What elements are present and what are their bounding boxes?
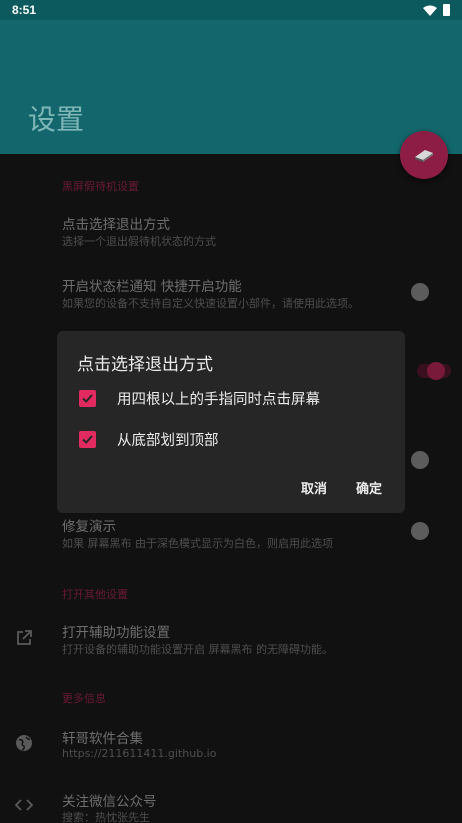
setting-notify-title: 开启状态栏通知 快捷开启功能 [62, 279, 242, 295]
notify-switch[interactable] [411, 283, 429, 301]
fix-switch[interactable] [411, 522, 429, 540]
setting-fix-subtitle: 如果 屏幕黑布 由于深色模式显示为白色，则启用此选项 [62, 537, 333, 550]
option-label: 从底部划到顶部 [117, 432, 219, 449]
checkbox-checked[interactable] [79, 430, 96, 448]
option-four-finger[interactable]: 用四根以上的手指同时点击屏幕 [79, 386, 320, 410]
setting-apps-title: 轩哥软件合集 [62, 731, 143, 747]
wifi-icon [423, 5, 437, 16]
hidden-switch-off[interactable] [411, 451, 429, 469]
app-bar: 设置 [0, 20, 462, 154]
check-icon [82, 393, 93, 403]
screen-black-fab[interactable] [400, 131, 448, 179]
option-label: 用四根以上的手指同时点击屏幕 [117, 391, 320, 408]
setting-exit-subtitle: 选择一个退出假待机状态的方式 [62, 235, 216, 248]
setting-access-subtitle: 打开设备的辅助功能设置开启 屏幕黑布 的无障碍功能。 [62, 643, 333, 656]
code-icon [15, 799, 33, 811]
section-header-more: 更多信息 [62, 692, 106, 705]
status-icons [423, 4, 450, 16]
section-header-other: 打开其他设置 [62, 588, 128, 601]
checkbox-checked[interactable] [79, 389, 96, 407]
battery-icon [443, 4, 450, 16]
exit-method-dialog: 点击选择退出方式 用四根以上的手指同时点击屏幕 从底部划到顶部 取消 确定 [57, 331, 405, 513]
globe-icon [16, 735, 32, 751]
status-time: 8:51 [12, 3, 37, 17]
setting-fix-title: 修复演示 [62, 519, 116, 535]
setting-notify-subtitle: 如果您的设备不支持自定义快速设置小部件，请使用此选项。 [62, 297, 359, 310]
open-external-icon [17, 630, 32, 645]
setting-apps-url: https://211611411.github.io [62, 747, 217, 760]
check-icon [82, 434, 93, 444]
option-swipe-up[interactable]: 从底部划到顶部 [79, 427, 219, 451]
dialog-title: 点击选择退出方式 [77, 355, 213, 375]
cancel-button[interactable]: 取消 [301, 478, 327, 497]
eraser-icon [415, 150, 433, 162]
setting-exit-title: 点击选择退出方式 [62, 217, 170, 233]
confirm-button[interactable]: 确定 [356, 478, 382, 497]
hidden-switch-on[interactable] [427, 362, 445, 380]
setting-access-title: 打开辅助功能设置 [62, 625, 170, 641]
page-title: 设置 [28, 103, 85, 136]
section-header-screen: 黑屏假待机设置 [62, 180, 139, 193]
setting-wechat-title: 关注微信公众号 [62, 794, 157, 810]
setting-wechat-subtitle: 搜索：热忱张先生 [62, 811, 150, 823]
status-bar: 8:51 [0, 0, 462, 20]
